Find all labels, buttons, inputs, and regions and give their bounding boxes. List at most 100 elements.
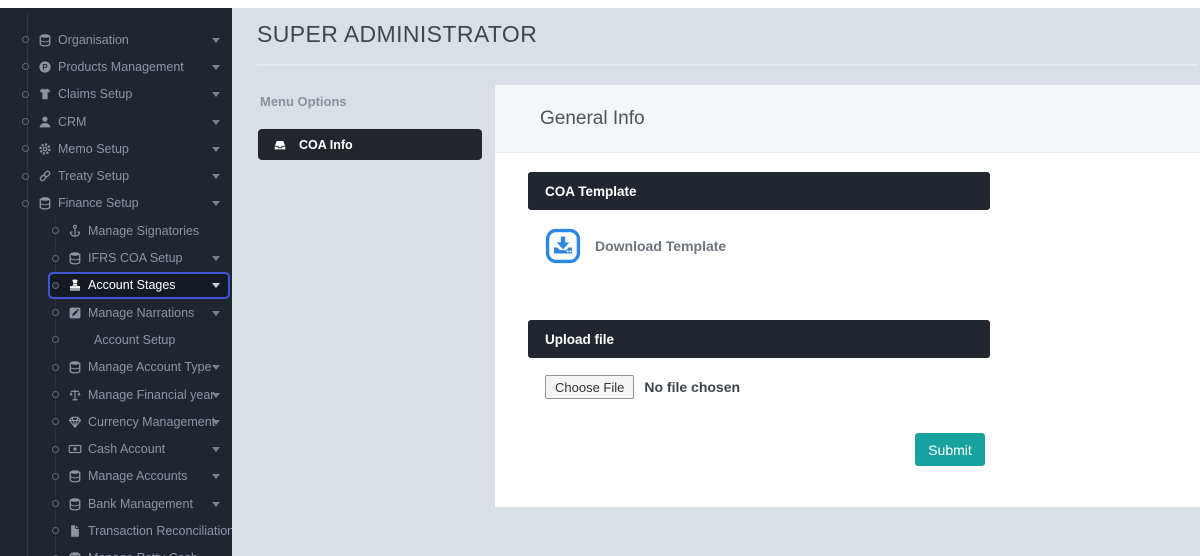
sidebar-item-organisation[interactable]: Organisation xyxy=(0,26,232,53)
page-title: SUPER ADMINISTRATOR xyxy=(257,21,537,48)
sidebar-item-manage-petty-cash[interactable]: Manage Petty Cash xyxy=(0,545,232,556)
tree-bullet xyxy=(22,145,29,152)
upload-file-bar: Upload file xyxy=(528,320,990,358)
database-icon xyxy=(68,551,82,556)
chevron-down-icon xyxy=(212,420,220,425)
tree-bullet xyxy=(52,446,59,453)
sidebar-item-label: Claims Setup xyxy=(58,87,132,101)
sidebar-nav: Organisation P Products Management Claims S… xyxy=(0,26,232,556)
sidebar-item-bank-management[interactable]: Bank Management xyxy=(0,490,232,517)
tree-bullet xyxy=(22,63,29,70)
chevron-down-icon xyxy=(212,502,220,507)
sidebar-item-label: Finance Setup xyxy=(58,196,139,210)
sidebar-item-label: Account Setup xyxy=(94,333,175,347)
choose-file-button[interactable]: Choose File xyxy=(545,375,634,399)
card-body: COA Template Download Template Upload fi… xyxy=(495,153,1200,506)
sidebar-item-account-stages[interactable]: Account Stages xyxy=(0,272,232,299)
chevron-down-icon xyxy=(212,393,220,398)
chevron-down-icon xyxy=(212,283,220,288)
card-header: General Info xyxy=(495,85,1200,153)
sidebar-item-memo-setup[interactable]: Memo Setup xyxy=(0,135,232,162)
sidebar-item-manage-account-type[interactable]: Manage Account Type xyxy=(0,354,232,381)
sidebar-item-finance-setup[interactable]: Finance Setup xyxy=(0,190,232,217)
menu-options-heading: Menu Options xyxy=(260,94,347,109)
sidebar-item-label: Products Management xyxy=(58,60,184,74)
sidebar-item-label: Treaty Setup xyxy=(58,169,129,183)
pen-square-icon xyxy=(68,306,82,320)
sidebar-item-label: Manage Accounts xyxy=(88,469,187,483)
menu-item-coa-info[interactable]: COA Info xyxy=(258,129,482,160)
database-icon xyxy=(38,196,52,210)
sidebar-item-label: Manage Account Type xyxy=(88,360,211,374)
user-icon xyxy=(38,115,52,129)
scale-icon xyxy=(68,388,82,402)
tree-bullet xyxy=(52,227,59,234)
top-strip xyxy=(0,0,1200,8)
general-info-card: General Info COA Template Download Templ… xyxy=(495,85,1200,507)
tree-bullet xyxy=(52,336,59,343)
database-icon xyxy=(68,497,82,511)
circle-p-icon: P xyxy=(38,60,52,74)
anchor-icon xyxy=(68,224,82,238)
sidebar-item-label: Bank Management xyxy=(88,497,193,511)
sidebar-item-crm[interactable]: CRM xyxy=(0,108,232,135)
sidebar-item-label: Currency Management xyxy=(88,415,215,429)
sidebar-item-label: Manage Petty Cash xyxy=(88,551,198,556)
download-icon[interactable] xyxy=(545,228,581,264)
sidebar-item-label: Manage Financial year xyxy=(88,388,214,402)
database-icon xyxy=(68,360,82,374)
chevron-down-icon xyxy=(212,256,220,261)
sidebar-item-treaty-setup[interactable]: Treaty Setup xyxy=(0,162,232,189)
database-icon xyxy=(68,469,82,483)
tree-bullet xyxy=(22,173,29,180)
tree-bullet xyxy=(52,500,59,507)
sidebar-item-manage-signatories[interactable]: Manage Signatories xyxy=(0,217,232,244)
chevron-down-icon xyxy=(212,65,220,70)
sidebar-item-transaction-reconciliation[interactable]: Transaction Reconciliation xyxy=(0,517,232,544)
sidebar-item-label: CRM xyxy=(58,115,86,129)
chevron-down-icon xyxy=(212,120,220,125)
sidebar-item-label: Transaction Reconciliation xyxy=(88,524,232,538)
sidebar: Organisation P Products Management Claims S… xyxy=(0,8,232,556)
submit-button[interactable]: Submit xyxy=(915,433,985,466)
card-title: General Info xyxy=(540,108,645,130)
link-icon xyxy=(38,169,52,183)
sidebar-item-cash-account[interactable]: Cash Account xyxy=(0,435,232,462)
sidebar-item-label: Manage Signatories xyxy=(88,224,199,238)
tree-bullet xyxy=(52,309,59,316)
inbox-icon xyxy=(273,138,287,152)
file-chosen-status: No file chosen xyxy=(644,379,740,395)
chevron-down-icon xyxy=(212,365,220,370)
sidebar-item-label: IFRS COA Setup xyxy=(88,251,182,265)
sidebar-item-currency-management[interactable]: Currency Management xyxy=(0,408,232,435)
sidebar-item-label: Organisation xyxy=(58,33,129,47)
download-template-label[interactable]: Download Template xyxy=(595,238,726,254)
tree-bullet xyxy=(22,200,29,207)
tree-bullet xyxy=(52,527,59,534)
database-icon xyxy=(38,33,52,47)
chevron-down-icon xyxy=(212,447,220,452)
download-template-link[interactable]: Download Template xyxy=(545,228,726,264)
chevron-down-icon xyxy=(212,147,220,152)
sidebar-item-ifrs-coa-setup[interactable]: IFRS COA Setup xyxy=(0,244,232,271)
sidebar-item-manage-narrations[interactable]: Manage Narrations xyxy=(0,299,232,326)
tree-bullet xyxy=(52,473,59,480)
tree-bullet xyxy=(22,118,29,125)
sidebar-item-manage-financial-year[interactable]: Manage Financial year xyxy=(0,381,232,408)
upload-file-heading: Upload file xyxy=(545,332,614,347)
stamp-icon xyxy=(68,278,82,292)
sidebar-item-label: Manage Narrations xyxy=(88,306,194,320)
tree-bullet xyxy=(52,391,59,398)
sidebar-item-products-management[interactable]: P Products Management xyxy=(0,53,232,80)
money-icon xyxy=(68,442,82,456)
main-area: SUPER ADMINISTRATOR Menu Options COA Inf… xyxy=(232,8,1200,556)
header-divider xyxy=(257,64,1198,66)
chevron-down-icon xyxy=(212,92,220,97)
sidebar-item-claims-setup[interactable]: Claims Setup xyxy=(0,81,232,108)
shirt-icon xyxy=(38,87,52,101)
tree-bullet xyxy=(52,282,59,289)
coa-template-heading: COA Template xyxy=(545,184,637,199)
sidebar-item-account-setup[interactable]: Account Setup xyxy=(0,326,232,353)
menu-item-label: COA Info xyxy=(299,138,353,152)
sidebar-item-manage-accounts[interactable]: Manage Accounts xyxy=(0,463,232,490)
